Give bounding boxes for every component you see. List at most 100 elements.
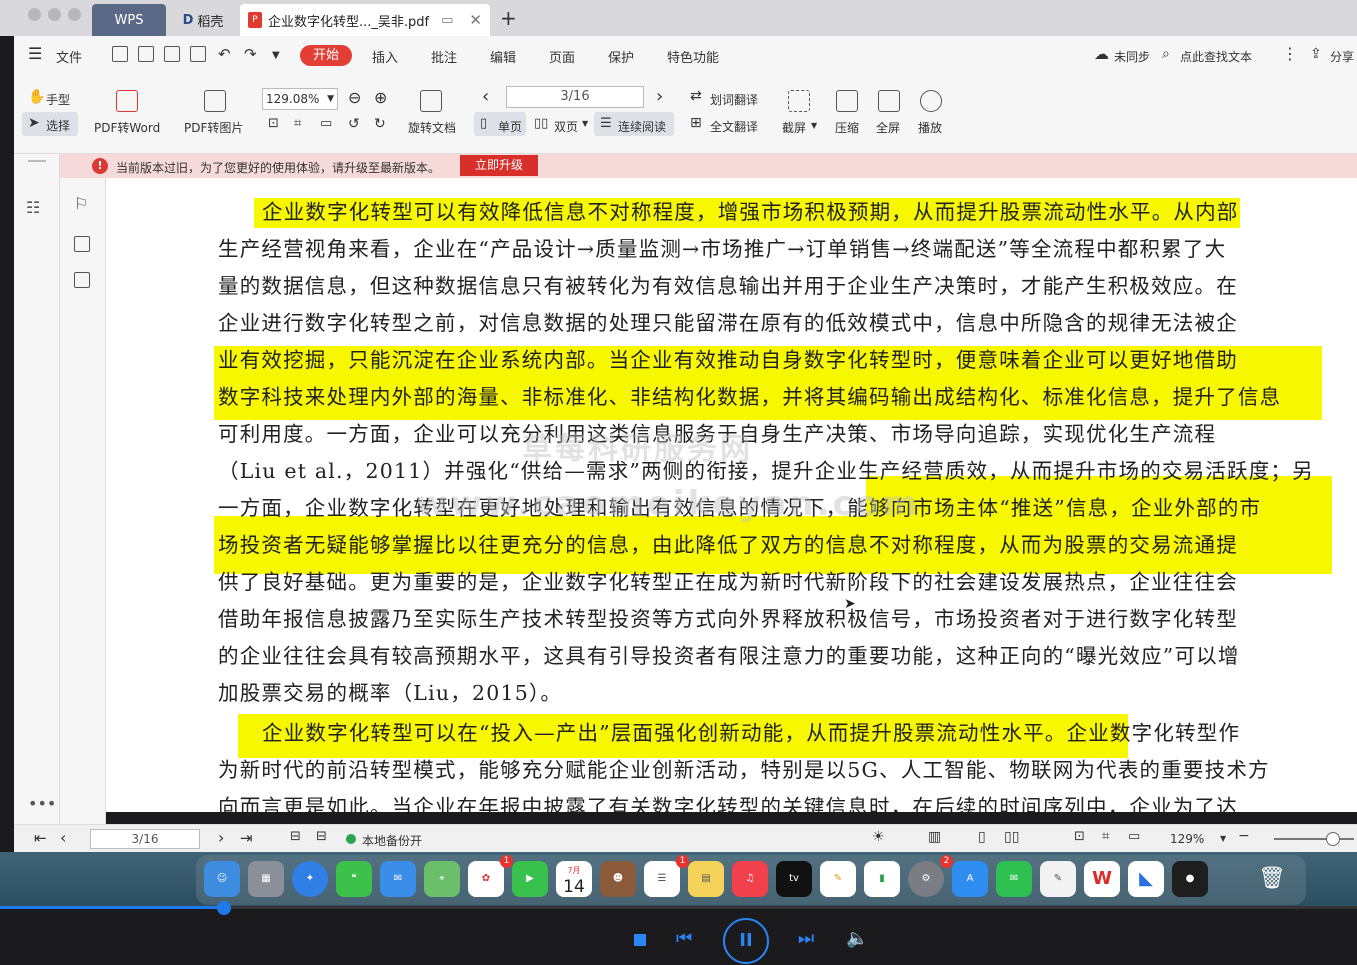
print-preview-icon[interactable] xyxy=(164,46,180,62)
screenshot-icon[interactable] xyxy=(788,90,810,112)
status-zoom-value[interactable]: 129% xyxy=(1170,832,1204,846)
launchpad-icon[interactable]: ▦ xyxy=(248,861,284,897)
fit-width-icon[interactable]: ▭ xyxy=(320,116,332,131)
safari-icon[interactable]: ✦ xyxy=(292,861,328,897)
wps-office-icon[interactable]: W xyxy=(1084,861,1120,897)
double-page-status-icon[interactable]: ▯▯ xyxy=(1004,829,1019,845)
maps-icon[interactable]: ⌖ xyxy=(424,861,460,897)
actual-size-icon[interactable]: ⊡ xyxy=(268,116,279,131)
volume-icon[interactable]: 🔈 xyxy=(846,928,868,949)
cloud-sync-icon[interactable]: ☁ xyxy=(1094,45,1109,63)
pause-icon[interactable]: II xyxy=(723,918,769,964)
pages-icon[interactable]: ✎ xyxy=(820,861,856,897)
zoom-window-icon[interactable] xyxy=(68,8,81,21)
music-icon[interactable]: ♫ xyxy=(732,861,768,897)
rotate-document-icon[interactable] xyxy=(420,90,442,112)
video-progress-knob[interactable] xyxy=(217,901,231,915)
close-window-icon[interactable] xyxy=(28,8,41,21)
pdf-to-image-icon[interactable] xyxy=(204,90,226,112)
finder-icon[interactable]: ☺ xyxy=(204,861,240,897)
find-text-button[interactable]: 点此查找文本 xyxy=(1180,48,1252,65)
previous-track-icon[interactable]: ⏮ xyxy=(676,928,692,949)
fit-page-status-icon[interactable]: ⌗ xyxy=(1102,829,1109,844)
fullscreen-icon[interactable] xyxy=(878,90,900,112)
stop-icon[interactable] xyxy=(634,934,646,946)
calendar-icon[interactable]: 7月 14 xyxy=(556,861,592,897)
notes-icon[interactable]: ▤ xyxy=(688,861,724,897)
last-page-icon[interactable]: ⇥ xyxy=(240,829,253,847)
rotate-left-icon[interactable]: ↺ xyxy=(348,116,360,132)
menu-edit[interactable]: 编辑 xyxy=(490,47,516,66)
reminders-icon[interactable]: ☰ xyxy=(644,861,680,897)
tab-close-icon[interactable]: ✕ xyxy=(469,11,482,29)
mail-icon[interactable]: ✉ xyxy=(380,861,416,897)
screenshot-dropdown-icon[interactable]: ▼ xyxy=(811,121,817,130)
pdf-page[interactable]: 企业数字化转型可以有效降低信息不对称程度，增强市场积极预期，从而提升股票流动性水… xyxy=(106,178,1357,812)
search-icon[interactable]: ⌕ xyxy=(1162,46,1170,62)
system-preferences-icon[interactable]: ⚙ xyxy=(908,861,944,897)
zoom-in-icon[interactable]: ⊕ xyxy=(374,88,387,107)
pdf-to-word-icon[interactable] xyxy=(116,90,138,112)
wechat-icon[interactable]: ✉ xyxy=(996,861,1032,897)
trash-icon[interactable]: 🗑 xyxy=(1254,861,1290,897)
menu-special-features[interactable]: 特色功能 xyxy=(667,47,719,66)
print-icon[interactable] xyxy=(190,46,206,62)
facetime-icon[interactable]: ▶ xyxy=(512,861,548,897)
settings-sliders-icon[interactable]: ☷ xyxy=(26,198,40,217)
redo-icon[interactable]: ↷ xyxy=(244,45,257,63)
app-store-icon[interactable]: A xyxy=(952,861,988,897)
new-tab-icon[interactable]: + xyxy=(500,6,517,30)
apple-tv-icon[interactable]: tv xyxy=(776,861,812,897)
share-icon[interactable]: ⇪ xyxy=(1310,46,1322,62)
compress-button[interactable]: 压缩 xyxy=(835,119,859,136)
compress-icon[interactable] xyxy=(836,90,858,112)
menu-file[interactable]: 文件 xyxy=(56,47,82,66)
forward-icon[interactable]: ⊟ xyxy=(316,829,327,844)
brightness-icon[interactable]: ☀ xyxy=(872,829,885,845)
pdf-to-image-button[interactable]: PDF转图片 xyxy=(184,119,243,136)
thumbnail-icon[interactable] xyxy=(74,236,90,252)
next-page-status-icon[interactable]: › xyxy=(218,828,224,847)
zoom-dropdown-icon[interactable]: ▼ xyxy=(327,89,334,109)
menu-insert[interactable]: 插入 xyxy=(372,47,398,66)
contacts-icon[interactable]: ☻ xyxy=(600,861,636,897)
fit-page-icon[interactable]: ⌗ xyxy=(294,116,301,131)
double-page-button[interactable]: 双页 xyxy=(554,118,578,135)
menu-annotate[interactable]: 批注 xyxy=(431,47,457,66)
back-icon[interactable]: ⊟ xyxy=(290,829,301,844)
page-number-input[interactable]: 3/16 xyxy=(506,86,644,108)
undo-icon[interactable]: ↶ xyxy=(218,45,231,63)
status-page-input[interactable]: 3/16 xyxy=(90,829,200,849)
zoom-input[interactable]: 129.08% ▼ xyxy=(262,88,338,110)
lark-icon[interactable]: ◣ xyxy=(1128,861,1164,897)
zoom-slider-knob[interactable] xyxy=(1326,832,1340,846)
bookmark-icon[interactable]: ⚐ xyxy=(74,194,88,213)
tab-document[interactable]: P 企业数字化转型..._吴非.pdf ▭ ✕ xyxy=(240,4,490,36)
tab-wps[interactable]: WPS xyxy=(92,4,166,36)
pdf-to-word-button[interactable]: PDF转Word xyxy=(94,119,160,136)
next-track-icon[interactable]: ⏭ xyxy=(798,928,814,949)
open-folder-icon[interactable] xyxy=(112,46,128,62)
photos-icon[interactable]: ✿ xyxy=(468,861,504,897)
menu-start-tab[interactable]: 开始 xyxy=(300,45,352,66)
prev-page-icon[interactable]: ‹ xyxy=(60,828,66,847)
numbers-icon[interactable]: ▮ xyxy=(864,861,900,897)
hand-tool-button[interactable]: 手型 xyxy=(46,91,70,108)
more-options-icon[interactable]: ⋮ xyxy=(1282,44,1298,63)
play-button[interactable]: 播放 xyxy=(918,119,942,136)
upgrade-now-button[interactable]: 立即升级 xyxy=(460,155,538,176)
zoom-status-dropdown-icon[interactable]: ▼ xyxy=(1220,834,1226,843)
sync-status[interactable]: 未同步 xyxy=(1114,48,1150,65)
screenshot-button[interactable]: 截屏 xyxy=(782,119,806,136)
zoom-minus-icon[interactable]: − xyxy=(1238,828,1250,844)
quick-access-dropdown-icon[interactable]: ▼ xyxy=(272,50,280,61)
menu-protect[interactable]: 保护 xyxy=(608,47,634,66)
messages-icon[interactable]: ❝ xyxy=(336,861,372,897)
rotate-document-button[interactable]: 旋转文档 xyxy=(408,119,456,136)
full-translate-button[interactable]: 全文翻译 xyxy=(710,118,758,135)
fit-width-status-icon[interactable]: ▭ xyxy=(1128,829,1140,844)
screen-recorder-icon[interactable]: ● xyxy=(1172,861,1208,897)
single-page-status-icon[interactable]: ▯ xyxy=(978,829,986,845)
minimize-window-icon[interactable] xyxy=(48,8,61,21)
attachment-icon[interactable] xyxy=(74,272,90,288)
